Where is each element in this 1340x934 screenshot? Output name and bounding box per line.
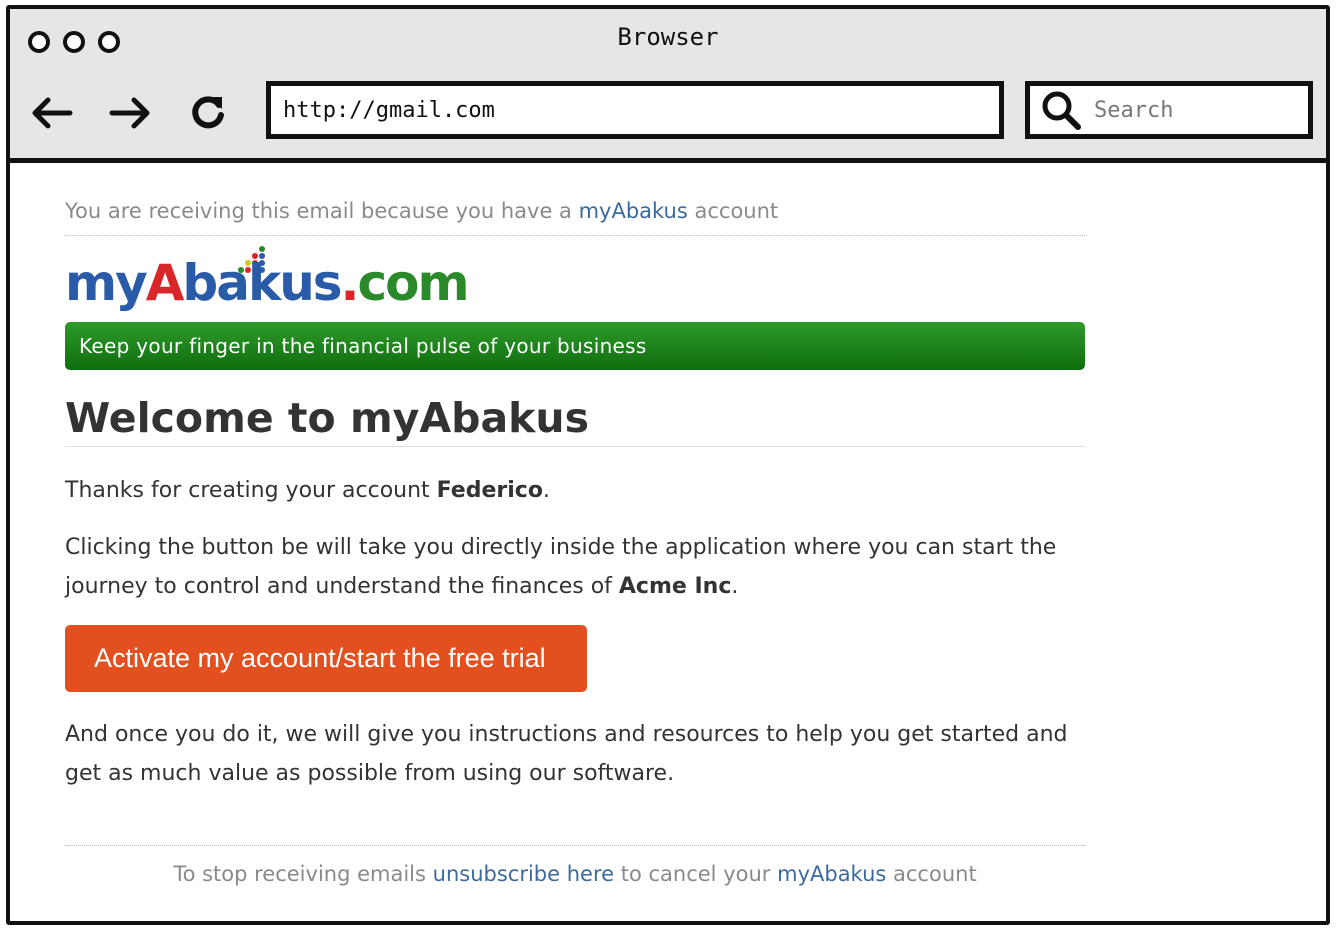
reload-icon: [192, 96, 224, 129]
arrow-left-icon: [32, 97, 73, 129]
thanks-paragraph: Thanks for creating your account Federic…: [65, 471, 1085, 510]
welcome-heading: Welcome to myAbakus: [65, 394, 1085, 447]
footer-suffix: account: [893, 862, 977, 886]
notice-myabakus-link[interactable]: myAbakus: [579, 199, 688, 223]
tagline-banner: Keep your finger in the financial pulse …: [65, 322, 1085, 370]
intro-paragraph: Clicking the button be will take you dir…: [65, 528, 1085, 606]
search-icon: [1042, 91, 1081, 130]
browser-title: Browser: [617, 23, 719, 51]
company-name: Acme Inc: [618, 574, 732, 599]
logo-wordmark: myAbakus.com: [65, 254, 470, 312]
footer-text: To stop receiving emails: [173, 862, 426, 886]
footer-myabakus-link[interactable]: myAbakus: [777, 862, 886, 886]
footer-middle: to cancel your: [620, 862, 771, 886]
logo-bakus: bakus: [182, 254, 342, 312]
back-button[interactable]: [30, 91, 74, 135]
address-bar[interactable]: http://gmail.com: [266, 81, 1004, 139]
address-bar-url: http://gmail.com: [283, 97, 495, 123]
thanks-text: Thanks for creating your account: [65, 478, 430, 503]
activate-account-button[interactable]: Activate my account/start the free trial: [65, 625, 587, 692]
email-body: You are receiving this email because you…: [65, 199, 1085, 886]
user-name: Federico: [436, 478, 543, 503]
forward-button[interactable]: [108, 91, 152, 135]
search-input[interactable]: Search: [1025, 81, 1313, 139]
email-notice: You are receiving this email because you…: [65, 199, 1085, 236]
logo-a: A: [145, 254, 185, 312]
intro-text: Clicking the button be will take you dir…: [65, 535, 1057, 599]
logo-com: com: [357, 254, 470, 312]
notice-text: You are receiving this email because you…: [65, 199, 572, 223]
search-placeholder: Search: [1094, 97, 1174, 123]
browser-chrome: Browser http://gmail.com Search: [10, 9, 1326, 163]
intro-suffix: .: [731, 574, 739, 599]
notice-suffix: account: [694, 199, 779, 223]
thanks-suffix: .: [542, 478, 550, 503]
myabakus-logo: myAbakus.com: [65, 246, 1085, 320]
logo-my: my: [65, 254, 148, 312]
arrow-right-icon: [109, 97, 150, 129]
activate-account-label: Activate my account/start the free trial: [94, 643, 546, 673]
email-footer: To stop receiving emails unsubscribe her…: [65, 845, 1085, 886]
unsubscribe-link[interactable]: unsubscribe here: [433, 862, 614, 886]
tagline-text: Keep your finger in the financial pulse …: [79, 334, 647, 358]
logo-dot: .: [340, 254, 360, 312]
reload-button[interactable]: [186, 91, 230, 135]
followup-paragraph: And once you do it, we will give you ins…: [65, 722, 1068, 786]
browser-window: Browser http://gmail.com Search You are …: [6, 5, 1330, 925]
